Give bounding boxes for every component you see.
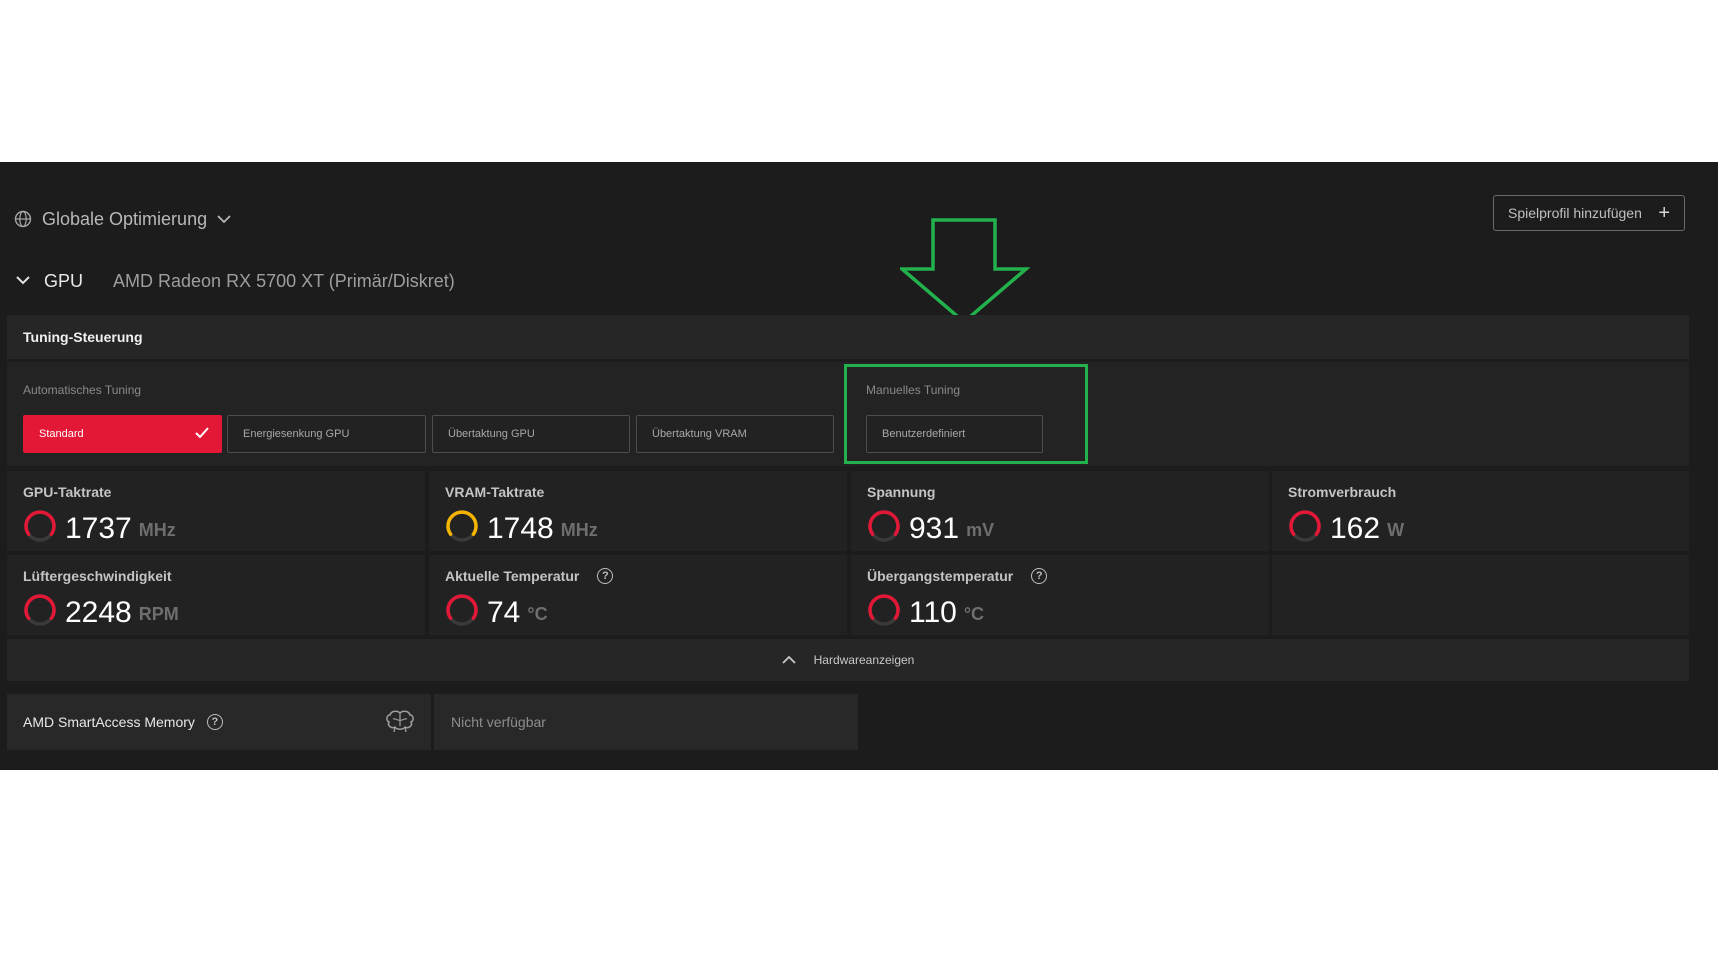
metric-value: 162 <box>1330 511 1381 545</box>
metric-value: 2248 <box>65 595 132 629</box>
metric-unit: mV <box>966 520 995 540</box>
gpu-name: AMD Radeon RX 5700 XT (Primär/Diskret) <box>113 270 455 291</box>
metric-unit: °C <box>527 604 548 624</box>
metric-label: Stromverbrauch <box>1288 484 1397 500</box>
tuning-undervolt-label: Energiesenkung GPU <box>243 428 350 440</box>
tuning-control-header: Tuning-Steuerung <box>7 315 1689 359</box>
auto-tuning-label: Automatisches Tuning <box>23 383 142 397</box>
tuning-overclock-vram-label: Übertaktung VRAM <box>652 428 747 440</box>
help-icon[interactable]: ? <box>597 568 614 584</box>
smart-access-memory-row: AMD SmartAccess Memory ? <box>7 694 431 750</box>
metric-unit: °C <box>963 604 985 624</box>
add-game-profile-button[interactable]: Spielprofil hinzufügen + <box>1493 195 1685 231</box>
scope-selector[interactable]: Globale Optimierung <box>14 206 231 232</box>
metric-label: Aktuelle Temperatur <box>445 568 580 584</box>
check-icon <box>195 427 209 441</box>
amd-software-window: Globale Optimierung Spielprofil hinzufüg… <box>0 162 1718 770</box>
smart-access-status: Nicht verfügbar <box>434 694 858 750</box>
gauge-icon <box>23 593 57 632</box>
metric-unit: W <box>1387 520 1405 540</box>
metric-label: VRAM-Taktrate <box>445 484 545 500</box>
scope-label: Globale Optimierung <box>42 208 208 229</box>
metric-value: 1737 <box>65 511 132 545</box>
gauge-icon <box>867 593 901 632</box>
metric-value: 74 <box>487 595 521 629</box>
hardware-indicators-toggle[interactable]: Hardwareanzeigen <box>7 639 1689 681</box>
metric-voltage: Spannung 931 mV <box>851 471 1269 551</box>
add-profile-label: Spielprofil hinzufügen <box>1508 205 1642 221</box>
metric-value: 931 <box>909 511 960 545</box>
gpu-row: GPU AMD Radeon RX 5700 XT (Primär/Diskre… <box>16 268 455 294</box>
metric-label: Lüftergeschwindigkeit <box>23 568 172 584</box>
tuning-overclock-vram-button[interactable]: Übertaktung VRAM <box>636 415 834 453</box>
hardware-indicators-label: Hardwareanzeigen <box>813 653 915 667</box>
smart-access-label: AMD SmartAccess Memory <box>23 714 195 730</box>
metric-fan-speed: Lüftergeschwindigkeit 2248 RPM <box>7 555 425 635</box>
gauge-icon <box>445 593 479 632</box>
tuning-undervolt-button[interactable]: Energiesenkung GPU <box>227 415 426 453</box>
help-icon[interactable]: ? <box>1031 568 1048 584</box>
smart-access-status-text: Nicht verfügbar <box>451 714 546 730</box>
metric-current-temp: Aktuelle Temperatur ? 74 °C <box>429 555 847 635</box>
gauge-icon <box>1288 509 1322 548</box>
plus-icon: + <box>1658 202 1670 224</box>
metric-empty-cell <box>1272 555 1689 635</box>
tuning-standard-button[interactable]: Standard <box>23 415 222 453</box>
chevron-up-icon <box>781 653 796 667</box>
metric-label: Spannung <box>867 484 936 500</box>
metric-junction-temp: Übergangstemperatur ? 110 °C <box>851 555 1269 635</box>
tuning-standard-label: Standard <box>39 428 84 440</box>
tuning-overclock-gpu-label: Übertaktung GPU <box>448 428 535 440</box>
gauge-icon <box>23 509 57 548</box>
metric-unit: RPM <box>138 604 179 624</box>
metric-gpu-clock: GPU-Taktrate 1737 MHz <box>7 471 425 551</box>
help-icon[interactable]: ? <box>206 714 223 730</box>
metric-label: Übergangstemperatur <box>867 568 1014 584</box>
metric-label: GPU-Taktrate <box>23 484 112 500</box>
tuning-overclock-gpu-button[interactable]: Übertaktung GPU <box>432 415 630 453</box>
metric-power: Stromverbrauch 162 W <box>1272 471 1689 551</box>
metric-unit: MHz <box>560 520 598 540</box>
chevron-down-icon <box>217 214 231 224</box>
gauge-icon <box>867 509 901 548</box>
tuning-title: Tuning-Steuerung <box>23 329 143 345</box>
metric-value: 1748 <box>487 511 554 545</box>
metric-vram-clock: VRAM-Taktrate 1748 MHz <box>429 471 847 551</box>
metric-value: 110 <box>909 595 957 629</box>
metric-unit: MHz <box>138 520 176 540</box>
gpu-label: GPU <box>44 270 84 291</box>
gauge-icon <box>445 509 479 548</box>
chevron-down-icon[interactable] <box>16 272 30 290</box>
globe-icon <box>14 210 32 228</box>
brain-icon <box>385 709 415 736</box>
manual-tuning-highlight <box>844 364 1088 464</box>
